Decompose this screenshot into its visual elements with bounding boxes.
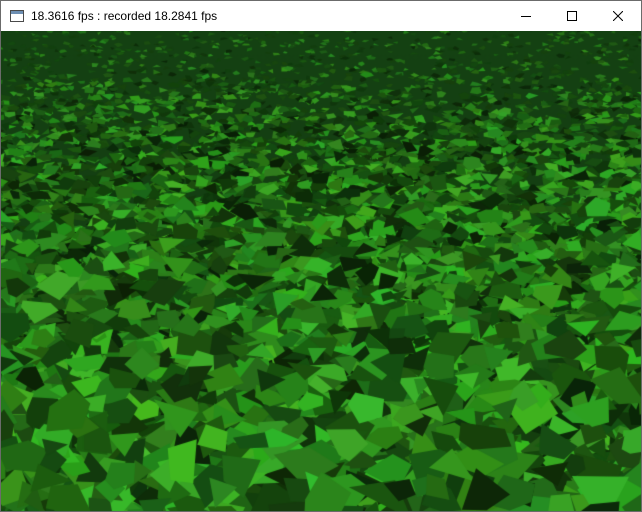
render-viewport[interactable]	[1, 31, 641, 511]
minimize-button[interactable]	[503, 1, 549, 31]
maximize-button[interactable]	[549, 1, 595, 31]
window-title: 18.3616 fps : recorded 18.2841 fps	[31, 9, 218, 23]
app-window: 18.3616 fps : recorded 18.2841 fps	[0, 0, 642, 512]
grass-field-render	[1, 31, 641, 511]
close-button[interactable]	[595, 1, 641, 31]
title-bar[interactable]: 18.3616 fps : recorded 18.2841 fps	[1, 1, 641, 31]
close-icon	[613, 11, 623, 21]
maximize-icon	[567, 11, 577, 21]
minimize-icon	[521, 16, 531, 17]
window-app-icon[interactable]	[10, 10, 24, 22]
